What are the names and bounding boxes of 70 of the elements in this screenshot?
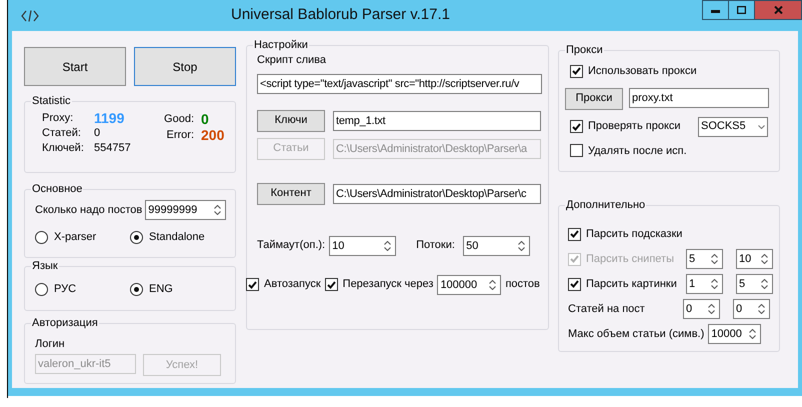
chevron-down-icon [758,124,765,128]
checkbox-label: Перезапуск через [342,277,434,292]
stat-value: 0 [94,126,100,141]
button[interactable]: Контент [257,182,325,204]
stat-value: 0 [200,111,209,127]
checkbox-label: Проверять прокси [588,119,681,134]
checkbox[interactable] [570,64,583,78]
radio-label: ENG [149,282,173,297]
check-icon [326,280,336,288]
field-label: Сколько надо постов [35,202,142,218]
radio-label: X-parser [54,230,96,245]
maximize-icon [737,6,746,14]
window-title: Universal Bablorub Parser v.17.1 [230,5,451,26]
stat-value: 200 [200,127,224,143]
code-icon [21,10,39,22]
close-icon [774,6,782,14]
checkbox-label: Автозапуск [264,277,321,292]
field-label: постов [505,277,540,292]
field-label: Таймаут(оп.): [257,238,326,254]
text-field[interactable]: <script type="text/javascript" src="http://scriptserver.ru/v [257,74,542,94]
text-field[interactable]: temp_1.txt [333,110,541,130]
check-icon [572,122,581,130]
minimize-button[interactable] [702,0,729,20]
field-label: Потоки: [416,238,456,254]
button[interactable]: Start [24,47,126,86]
field-label: Логин [35,337,66,351]
checkbox-label: Удалять после исп. [588,144,687,158]
check-icon [248,280,257,288]
checkbox[interactable] [246,278,259,291]
group-title: Авторизация [31,315,99,331]
stat-value: 554757 [94,141,131,156]
stat-label: Good: [163,112,195,127]
minimize-icon [711,10,720,13]
stat-label: Ключей: [42,141,85,156]
text-field[interactable]: proxy.txt [629,88,769,108]
text-field[interactable]: C:\Users\Administrator\Desktop\Parser\c [333,184,541,204]
check-icon [572,67,581,76]
stat-label: Error: [166,128,195,143]
checkbox[interactable] [324,278,338,291]
checkbox[interactable] [570,120,583,133]
group-title: Настройки [253,37,309,53]
checkbox-label: Парсить картинки [586,276,677,292]
radio-label: РУС [54,282,76,297]
radio-button[interactable] [35,230,48,244]
check-icon [570,255,579,263]
field-label: Скрипт слива [257,53,327,68]
close-button[interactable] [755,0,802,20]
stat-value: 1199 [94,111,124,126]
radio-button[interactable] [130,230,143,244]
stat-label: Proxy: [42,111,74,126]
dropdown[interactable]: SOCKS5 [698,116,768,136]
checkbox[interactable] [568,228,581,240]
button[interactable]: Прокси [565,88,623,110]
radio-button[interactable] [130,282,143,296]
checkbox-label: Парсить подсказки [586,226,682,242]
checkbox-label: Использовать прокси [588,64,697,79]
group-title: Дополнительно [565,197,646,213]
check-icon [570,280,579,288]
checkbox[interactable] [570,144,583,158]
field-label: Макс объем статьи (симв.) [568,326,704,342]
checkbox-label: Парсить снипеты [586,252,674,267]
button[interactable]: Ключи [257,110,325,132]
group-title: Прокси [565,42,604,58]
check-icon [570,230,579,238]
field-label: Статей на пост [568,302,646,317]
radio-label: Standalone [149,230,205,245]
button[interactable]: Stop [134,47,236,86]
checkbox[interactable] [568,278,581,290]
radio-button[interactable] [35,282,48,296]
stat-label: Статей: [42,126,82,141]
